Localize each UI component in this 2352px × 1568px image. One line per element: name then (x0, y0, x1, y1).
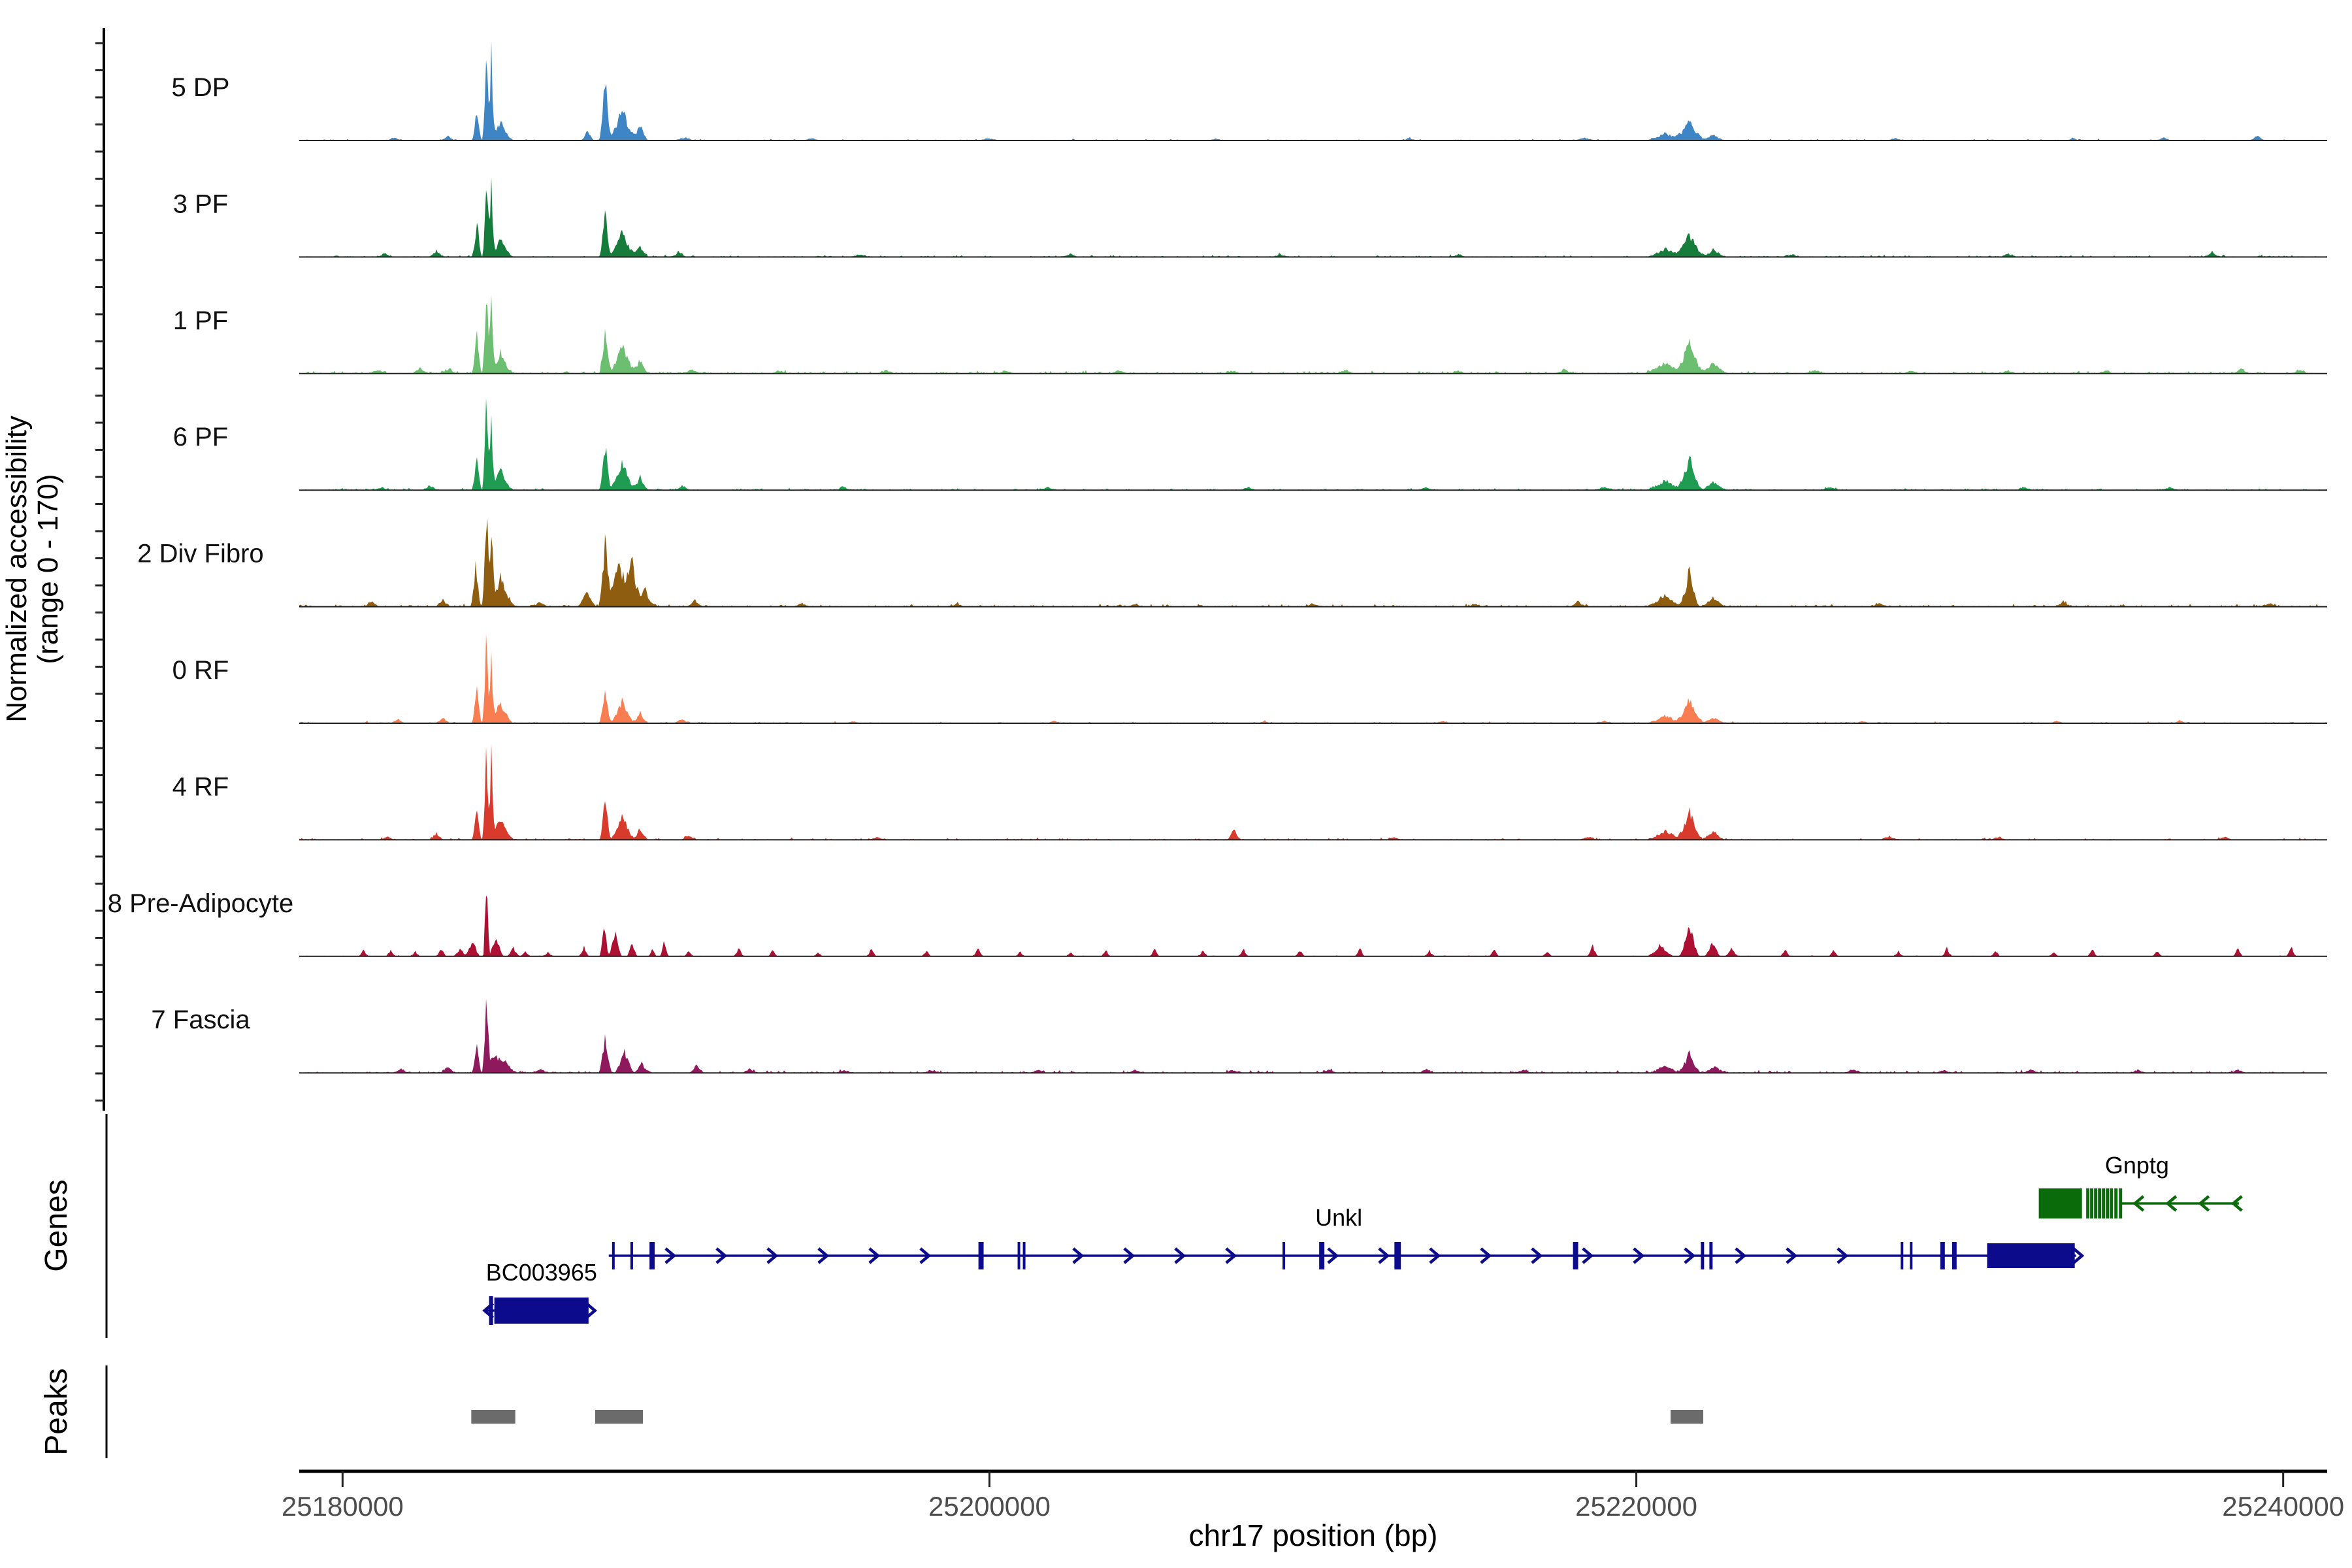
signal-area-1-pf (299, 295, 2327, 374)
gene-exon (1701, 1242, 1704, 1269)
signal-tracks-layer: 5 DP 3 PF 1 PF 6 PF 2 Div Fibro 0 RF 4 RF 8 Pre… (108, 41, 2327, 1073)
gene-exon (2090, 1188, 2093, 1218)
genes-section-label: Genes (39, 1179, 74, 1271)
track-label-2-div-fibro: 2 Div Fibro (137, 540, 263, 568)
y-axis-title-line1: Normalized accessibility (1, 416, 33, 722)
gene-label: Gnptg (2105, 1152, 2169, 1179)
gene-exon (489, 1296, 493, 1325)
axes-layer: 25180000 25200000 25220000 25240000 (95, 28, 2344, 1522)
gene-exon (2119, 1188, 2122, 1218)
gene-exon (612, 1242, 615, 1269)
peaks-section-label: Peaks (39, 1368, 74, 1455)
signal-area-8-pre-adipocyte (299, 895, 2327, 956)
gene-exon (2110, 1188, 2113, 1218)
peak-calls-layer (471, 1410, 1703, 1424)
gene-exon (1573, 1242, 1578, 1269)
track-label-1-pf: 1 PF (173, 306, 228, 335)
gene-exon (2086, 1188, 2089, 1218)
gene-exon (2098, 1188, 2101, 1218)
gene-exon (1023, 1242, 1026, 1269)
gene-exon (1319, 1242, 1324, 1269)
x-tick-label: 25180000 (282, 1491, 404, 1522)
called-peak-bar (595, 1410, 643, 1424)
track-label-4-rf: 4 RF (172, 772, 229, 801)
gene-exon (979, 1242, 984, 1269)
genome-browser-canvas: 5 DP 3 PF 1 PF 6 PF 2 Div Fibro 0 RF 4 RF 8 Pre… (0, 0, 2352, 1568)
gene-label: Unkl (1315, 1204, 1362, 1231)
track-label-3-pf: 3 PF (173, 189, 228, 218)
gene-exon (2094, 1188, 2097, 1218)
signal-area-2-div-fibro (299, 518, 2327, 607)
gene-exon (1018, 1242, 1021, 1269)
gene-label: BC003965 (486, 1259, 597, 1286)
signal-area-6-pf (299, 398, 2327, 490)
gene-unkl: Unkl (609, 1204, 2082, 1269)
track-label-6-pf: 6 PF (173, 423, 228, 451)
track-label-5-dp: 5 DP (172, 73, 230, 102)
signal-area-4-rf (299, 743, 2327, 840)
gene-terminal-exon-box (1987, 1243, 2074, 1268)
gene-bc003965: BC003965 (484, 1259, 597, 1325)
called-peak-bar (471, 1410, 515, 1424)
x-tick-label: 25220000 (1575, 1491, 1697, 1522)
y-axis-title-line2: (range 0 - 170) (32, 474, 64, 664)
x-tick-label: 25240000 (2222, 1491, 2344, 1522)
gene-exon (1282, 1242, 1285, 1269)
signal-area-5-dp (299, 41, 2327, 141)
gene-exon (1952, 1242, 1957, 1269)
gene-exon (1901, 1242, 1903, 1269)
x-tick-label: 25200000 (928, 1491, 1051, 1522)
gene-terminal-exon-box (495, 1298, 589, 1324)
genes-layer: Gnptg Unkl BC003965 (484, 1152, 2242, 1325)
gene-exon (2106, 1188, 2109, 1218)
track-label-7-fascia: 7 Fascia (151, 1005, 250, 1034)
x-axis-title: chr17 position (bp) (1189, 1518, 1438, 1552)
gene-exon (630, 1242, 633, 1269)
gene-exon (1940, 1242, 1945, 1269)
gene-exon (1709, 1242, 1712, 1269)
gene-exon (2114, 1188, 2117, 1218)
track-label-0-rf: 0 RF (172, 656, 229, 685)
gene-exon (649, 1242, 655, 1269)
gene-terminal-exon-box (2039, 1188, 2082, 1218)
track-label-8-pre-adipocyte: 8 Pre-Adipocyte (108, 889, 294, 918)
gene-exon (2102, 1188, 2105, 1218)
signal-area-3-pf (299, 177, 2327, 257)
gene-exon (1910, 1242, 1912, 1269)
signal-area-0-rf (299, 634, 2327, 723)
genome-browser-figure: 5 DP 3 PF 1 PF 6 PF 2 Div Fibro 0 RF 4 RF 8 Pre… (0, 0, 2352, 1568)
signal-area-7-fascia (299, 999, 2327, 1073)
called-peak-bar (1671, 1410, 1703, 1424)
gene-exon (1394, 1242, 1401, 1269)
gene-gnptg: Gnptg (2039, 1152, 2242, 1218)
